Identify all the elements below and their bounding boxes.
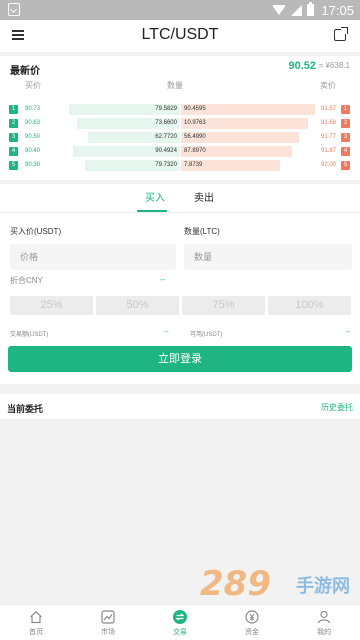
buy-quantity: 90.4924 [155, 148, 177, 154]
tab-sell[interactable]: 卖出 [194, 189, 214, 204]
buy-quantity: 79.5829 [155, 106, 177, 112]
available-value: -- [345, 329, 350, 336]
history-orders-link[interactable]: 历史委托 [321, 402, 353, 413]
buy-price: 90.50 [25, 134, 41, 140]
watermark-suffix: 手游网 [296, 576, 350, 596]
sell-quantity: 10.9763 [184, 120, 206, 126]
percent-75-button[interactable]: 75% [182, 296, 265, 315]
sell-quantity: 56.4990 [184, 134, 206, 140]
battery-icon [307, 2, 315, 16]
current-orders-title: 当前委托 [7, 404, 44, 414]
buy-rank-badge: 2 [9, 119, 18, 128]
nav-home[interactable]: 首页 [11, 607, 61, 640]
cny-label: 折合CNY [10, 276, 43, 285]
divider [0, 212, 360, 213]
chart-icon [101, 610, 115, 624]
yen-icon [245, 610, 259, 624]
col-sell-price: 卖价 [320, 81, 336, 90]
cny-value: -- [160, 275, 166, 284]
nav-funds-label: 资金 [245, 629, 259, 636]
tab-buy[interactable]: 买入 [145, 189, 165, 204]
buy-rank-badge: 3 [9, 133, 18, 142]
buy-quantity: 62.7720 [155, 134, 177, 140]
sell-price: 91.77 [320, 134, 336, 140]
market-panel: 最新价 90.52 ≈ ¥638.1 买价 数量 卖价 1 90.73 79.582… [0, 56, 360, 180]
exchange-icon [173, 610, 187, 624]
watermark-brand: 289 [200, 564, 271, 604]
quantity-field [184, 244, 352, 270]
sell-rank-badge: 5 [341, 161, 350, 170]
bottom-nav: 首页 市场 交易 资金 我的 [0, 604, 360, 640]
order-book-row[interactable]: 4 90.40 90.4924 87.8970 91.87 4 [0, 146, 360, 157]
user-icon [317, 610, 331, 624]
nav-trade[interactable]: 交易 [155, 607, 205, 640]
app-notification-icon [8, 3, 20, 16]
login-button[interactable]: 立即登录 [8, 346, 352, 372]
order-book-row[interactable]: 2 90.63 73.6600 10.9763 91.68 2 [0, 118, 360, 129]
price-label: 买入价(USDT) [10, 227, 62, 236]
status-time: 17:05 [321, 2, 354, 18]
signal-icon [291, 4, 303, 16]
col-buy-price: 买价 [25, 81, 41, 90]
sell-rank-badge: 3 [341, 133, 350, 142]
nav-trade-label: 交易 [173, 629, 187, 636]
home-icon [30, 610, 42, 624]
nav-market-label: 市场 [101, 629, 115, 636]
nav-market[interactable]: 市场 [83, 607, 133, 640]
buy-rank-badge: 4 [9, 147, 18, 156]
percent-25-button[interactable]: 25% [10, 296, 93, 315]
order-book-row[interactable]: 5 90.30 79.7320 7.8739 92.00 5 [0, 160, 360, 171]
available-label: 可用(USDT) [190, 332, 223, 338]
trade-panel: 买入 卖出 买入价(USDT) 数量(LTC) 折合CNY -- 25% 50%… [0, 184, 360, 384]
buy-quantity: 73.6600 [155, 120, 177, 126]
latest-price-cny: ≈ ¥638.1 [318, 61, 350, 70]
latest-price: 90.52 [288, 60, 316, 72]
nav-profile-label: 我的 [317, 629, 331, 636]
page-title: LTC/USDT [141, 26, 219, 43]
sell-rank-badge: 2 [341, 119, 350, 128]
sell-quantity: 7.8739 [184, 162, 203, 168]
turnover-label: 交易额(USDT) [10, 332, 49, 338]
buy-quantity: 79.7320 [155, 162, 177, 168]
top-bar: LTC/USDT [0, 20, 360, 52]
sell-price: 91.57 [320, 106, 336, 112]
sell-price: 91.87 [320, 148, 336, 154]
price-input[interactable] [10, 244, 176, 270]
price-field [10, 244, 176, 270]
buy-price: 90.63 [25, 120, 41, 126]
order-book-row[interactable]: 1 90.73 79.5829 90.4595 91.57 1 [0, 104, 360, 115]
nav-profile[interactable]: 我的 [299, 607, 349, 640]
sell-rank-badge: 4 [341, 147, 350, 156]
sell-price: 92.00 [320, 162, 336, 168]
sell-price: 91.68 [320, 120, 336, 126]
buy-price: 90.73 [25, 106, 41, 112]
percent-50-button[interactable]: 50% [96, 296, 179, 315]
wifi-icon [272, 5, 287, 15]
turnover-value: -- [164, 329, 169, 336]
percent-100-button[interactable]: 100% [268, 296, 351, 315]
buy-rank-badge: 5 [9, 161, 18, 170]
nav-funds[interactable]: 资金 [227, 607, 277, 640]
latest-price-label: 最新价 [10, 66, 40, 77]
nav-home-label: 首页 [29, 629, 43, 636]
order-book-row[interactable]: 3 90.50 62.7720 56.4990 91.77 3 [0, 132, 360, 143]
buy-price: 90.30 [25, 162, 41, 168]
share-icon[interactable] [334, 27, 348, 41]
sell-quantity: 90.4595 [184, 106, 206, 112]
status-bar: 17:05 [0, 0, 360, 20]
sell-rank-badge: 1 [341, 105, 350, 114]
orders-header: 当前委托 历史委托 [0, 394, 360, 420]
quantity-input[interactable] [184, 244, 352, 270]
buy-price: 90.40 [25, 148, 41, 154]
buy-rank-badge: 1 [9, 105, 18, 114]
sell-quantity: 87.8970 [184, 148, 206, 154]
col-quantity: 数量 [167, 81, 183, 90]
quantity-label: 数量(LTC) [184, 227, 220, 236]
